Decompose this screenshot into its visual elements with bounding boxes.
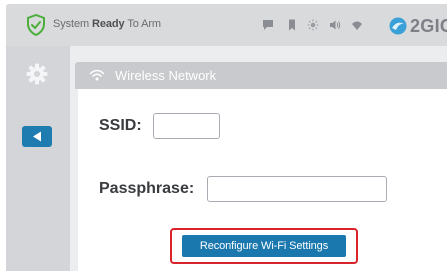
ssid-input[interactable] <box>153 113 220 139</box>
passphrase-input[interactable] <box>207 176 387 202</box>
ssid-label: SSID: <box>99 117 142 134</box>
page-title: Wireless Network <box>115 68 217 83</box>
reconfigure-wifi-button[interactable]: Reconfigure Wi-Fi Settings <box>182 235 346 257</box>
status-prefix: System <box>53 18 90 30</box>
passphrase-label: Passphrase: <box>99 180 195 197</box>
status-emphasis: Ready <box>92 18 125 30</box>
wifi-icon[interactable] <box>351 19 363 31</box>
wifi-icon <box>89 69 105 81</box>
back-arrow-icon <box>33 131 41 142</box>
brand-logo: 2GIG <box>388 13 447 39</box>
page-header: Wireless Network <box>75 62 447 89</box>
back-button[interactable] <box>22 126 52 147</box>
gear-icon[interactable] <box>26 63 48 85</box>
logo-text: 2GIG <box>410 15 447 36</box>
app-window: System Ready To Arm 2GI Wireless Network… <box>6 4 447 271</box>
message-icon[interactable] <box>262 19 274 31</box>
shield-check-icon <box>27 14 45 36</box>
status-bar: System Ready To Arm 2GI <box>6 4 447 46</box>
volume-icon[interactable] <box>329 19 341 31</box>
system-status: System Ready To Arm <box>53 18 161 30</box>
bookmark-icon[interactable] <box>286 19 298 31</box>
logo-swirl-icon <box>389 17 407 35</box>
status-suffix: To Arm <box>127 18 161 30</box>
sidebar <box>6 46 70 271</box>
brightness-icon[interactable] <box>307 19 319 31</box>
